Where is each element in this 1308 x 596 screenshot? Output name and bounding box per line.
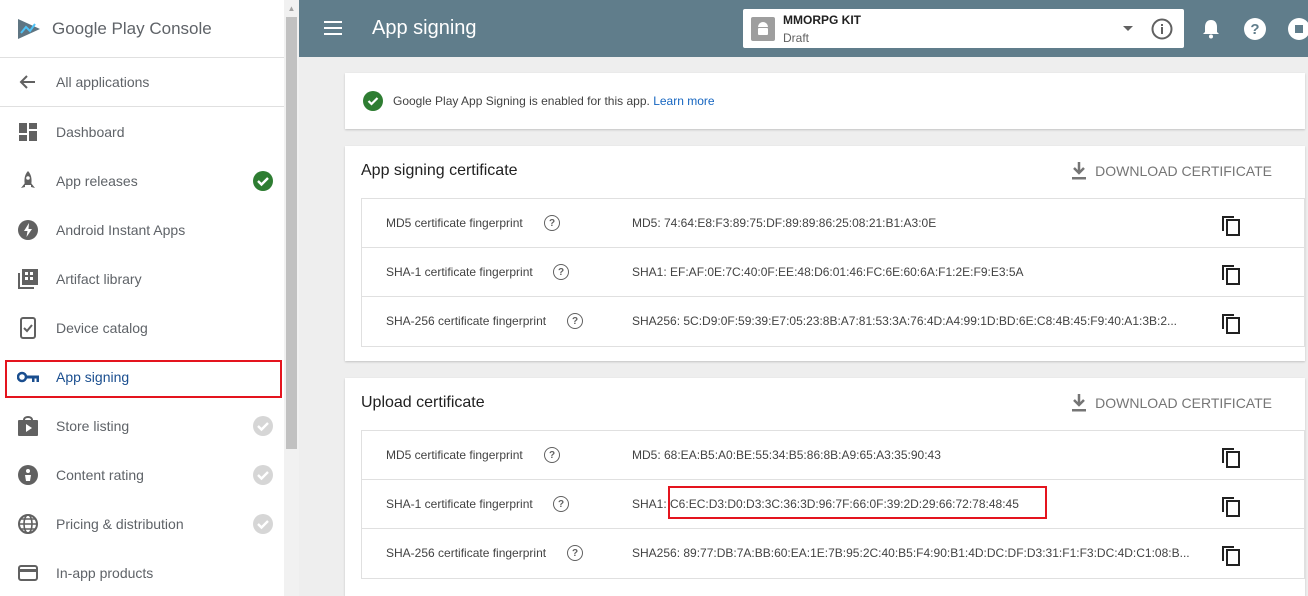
- table-row: SHA-256 certificate fingerprint ? SHA256…: [362, 529, 1304, 578]
- sidebar-item-app-releases[interactable]: App releases: [0, 156, 284, 205]
- help-icon[interactable]: ?: [553, 264, 569, 280]
- check-circle-icon: [253, 171, 273, 191]
- sidebar-item-label: Android Instant Apps: [56, 221, 186, 238]
- library-icon: [17, 268, 39, 290]
- help-icon[interactable]: ?: [567, 545, 583, 561]
- sidebar-item-device-catalog[interactable]: Device catalog: [0, 303, 284, 352]
- banner-message: Google Play App Signing is enabled for t…: [393, 94, 715, 108]
- play-console-logo: [18, 18, 40, 39]
- card-title: Upload certificate: [361, 394, 485, 411]
- fingerprint-value: MD5: 68:EA:B5:A0:BE:55:34:B5:86:8B:A9:65…: [632, 448, 941, 462]
- fingerprint-value: SHA1: EF:AF:0E:7C:40:0F:EE:48:D6:01:46:F…: [632, 265, 1024, 279]
- rating-icon: [17, 464, 39, 486]
- svg-text:?: ?: [1250, 21, 1259, 38]
- sidebar-item-content-rating[interactable]: Content rating: [0, 450, 284, 499]
- globe-icon: [17, 513, 39, 535]
- sidebar-item-label: Content rating: [56, 466, 144, 483]
- copy-icon[interactable]: [1220, 212, 1242, 236]
- fingerprint-value: SHA256: 89:77:DB:7A:BB:60:EA:1E:7B:95:2C…: [632, 546, 1190, 560]
- selection-highlight: [5, 360, 282, 398]
- chevron-down-icon[interactable]: [1123, 26, 1133, 31]
- brand-name: Google Play Console: [52, 18, 212, 38]
- download-certificate-label: DOWNLOAD CERTIFICATE: [1095, 163, 1272, 179]
- check-circle-icon: [253, 465, 273, 485]
- app-name: MMORPG KIT: [783, 13, 861, 27]
- help-icon[interactable]: ?: [544, 447, 560, 463]
- table-row: SHA-256 certificate fingerprint ? SHA256…: [362, 297, 1304, 346]
- page-title: App signing: [372, 17, 477, 39]
- sidebar-item-all-applications[interactable]: All applications: [0, 58, 284, 107]
- sidebar-item-label: Device catalog: [56, 319, 148, 336]
- fingerprint-value: MD5: 74:64:E8:F3:89:75:DF:89:89:86:25:08…: [632, 216, 937, 230]
- sidebar-item-dashboard[interactable]: Dashboard: [0, 107, 284, 156]
- sha1-value-highlight: [668, 486, 1047, 519]
- copy-icon[interactable]: [1220, 542, 1242, 566]
- help-icon[interactable]: ?: [567, 313, 583, 329]
- download-certificate-button[interactable]: DOWNLOAD CERTIFICATE: [1071, 394, 1272, 412]
- sidebar-item-label: Dashboard: [56, 123, 125, 140]
- menu-icon[interactable]: [323, 18, 343, 38]
- sidebar-item-in-app-products[interactable]: In-app products: [0, 548, 284, 596]
- sidebar-item-label: In-app products: [56, 564, 154, 581]
- top-app-bar: App signing MMORPG KIT Draft ?: [299, 0, 1308, 57]
- dashboard-icon: [17, 121, 39, 143]
- brand[interactable]: Google Play Console: [0, 0, 284, 58]
- check-circle-icon: [253, 416, 273, 436]
- fingerprint-label: SHA-256 certificate fingerprint: [386, 314, 547, 328]
- fingerprint-label: SHA-1 certificate fingerprint: [386, 497, 533, 511]
- download-icon: [1072, 394, 1087, 412]
- account-icon[interactable]: [1287, 17, 1308, 41]
- learn-more-link[interactable]: Learn more: [653, 94, 714, 108]
- sidebar-item-label: Pricing & distribution: [56, 515, 184, 532]
- sidebar-item-android-instant-apps[interactable]: Android Instant Apps: [0, 205, 284, 254]
- lightning-icon: [17, 219, 39, 241]
- rocket-icon: [17, 170, 39, 192]
- download-certificate-button[interactable]: DOWNLOAD CERTIFICATE: [1071, 162, 1272, 180]
- fingerprint-label: MD5 certificate fingerprint: [386, 216, 523, 230]
- fingerprint-label: SHA-1 certificate fingerprint: [386, 265, 533, 279]
- download-certificate-label: DOWNLOAD CERTIFICATE: [1095, 395, 1272, 411]
- info-icon[interactable]: [1150, 17, 1174, 41]
- sidebar-item-artifact-library[interactable]: Artifact library: [0, 254, 284, 303]
- help-icon[interactable]: ?: [544, 215, 560, 231]
- fingerprint-table: MD5 certificate fingerprint ? MD5: 74:64…: [361, 198, 1305, 347]
- sidebar-item-label: Artifact library: [56, 270, 142, 287]
- android-app-icon: [751, 17, 775, 41]
- help-icon[interactable]: ?: [1243, 17, 1267, 41]
- copy-icon[interactable]: [1220, 444, 1242, 468]
- copy-icon[interactable]: [1220, 493, 1242, 517]
- help-icon[interactable]: ?: [553, 496, 569, 512]
- app-status: Draft: [783, 31, 810, 45]
- sidebar-item-pricing-distribution[interactable]: Pricing & distribution: [0, 499, 284, 548]
- notifications-icon[interactable]: [1199, 17, 1223, 41]
- sidebar-item-label: Store listing: [56, 417, 130, 434]
- copy-icon[interactable]: [1220, 310, 1242, 334]
- scroll-up-arrow-icon[interactable]: ▲: [286, 4, 297, 14]
- fingerprint-label: MD5 certificate fingerprint: [386, 448, 523, 462]
- download-icon: [1072, 162, 1087, 180]
- sidebar-scrollbar-thumb[interactable]: [286, 17, 297, 449]
- fingerprint-label: SHA-256 certificate fingerprint: [386, 546, 547, 560]
- device-check-icon: [17, 316, 39, 339]
- check-circle-icon: [253, 514, 273, 534]
- table-row: MD5 certificate fingerprint ? MD5: 68:EA…: [362, 431, 1304, 480]
- sidebar-item-label: All applications: [56, 74, 150, 90]
- app-selector[interactable]: MMORPG KIT Draft: [743, 9, 1184, 48]
- table-row: SHA-1 certificate fingerprint ? SHA1: EF…: [362, 248, 1304, 297]
- copy-icon[interactable]: [1220, 261, 1242, 285]
- card-icon: [17, 562, 39, 584]
- sidebar: Google Play Console All applications Das…: [0, 0, 284, 596]
- fingerprint-value: SHA256: 5C:D9:0F:59:39:E7:05:23:8B:A7:81…: [632, 314, 1178, 328]
- store-icon: [17, 415, 39, 437]
- app-signing-status-banner: Google Play App Signing is enabled for t…: [345, 73, 1305, 129]
- table-row: MD5 certificate fingerprint ? MD5: 74:64…: [362, 199, 1304, 248]
- check-circle-icon: [363, 91, 383, 111]
- sidebar-item-label: App releases: [56, 172, 138, 189]
- app-signing-certificate-card: App signing certificate DOWNLOAD CERTIFI…: [345, 146, 1305, 361]
- sidebar-item-store-listing[interactable]: Store listing: [0, 401, 284, 450]
- card-title: App signing certificate: [361, 162, 518, 179]
- arrow-back-icon: [17, 71, 39, 93]
